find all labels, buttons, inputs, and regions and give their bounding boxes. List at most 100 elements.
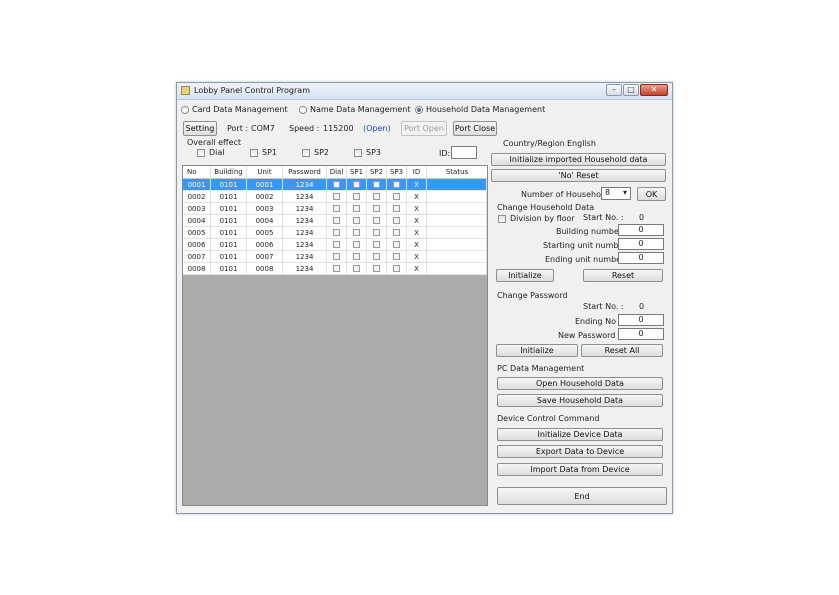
col-dial[interactable]: Dial [327, 166, 347, 179]
table-row[interactable]: 0005 0101 0005 1234 X [183, 227, 487, 239]
division-by-floor-checkbox[interactable]: Division by floor [498, 214, 575, 223]
no-reset-button[interactable]: 'No' Reset [491, 169, 666, 182]
table-cell-checkbox[interactable] [347, 215, 367, 227]
import-data-button[interactable]: Import Data from Device [497, 463, 663, 476]
col-building[interactable]: Building [211, 166, 247, 179]
checkbox-icon [393, 229, 400, 236]
end-button[interactable]: End [497, 487, 667, 505]
port-close-button[interactable]: Port Close [453, 121, 497, 136]
port-status: (Open) [363, 124, 391, 133]
table-cell-checkbox[interactable] [387, 227, 407, 239]
table-cell-checkbox[interactable] [367, 215, 387, 227]
table-cell-checkbox[interactable] [367, 191, 387, 203]
title-bar[interactable]: Lobby Panel Control Program – □ ✕ [177, 83, 672, 100]
table-cell-checkbox[interactable] [367, 203, 387, 215]
table-cell-checkbox[interactable] [367, 239, 387, 251]
table-cell-checkbox[interactable] [327, 191, 347, 203]
device-control-title: Device Control Command [497, 414, 600, 423]
table-cell-checkbox[interactable] [387, 215, 407, 227]
table-cell-checkbox[interactable] [367, 227, 387, 239]
table-cell-checkbox[interactable] [387, 263, 407, 275]
table-cell-checkbox[interactable] [327, 203, 347, 215]
table-cell-checkbox[interactable] [347, 227, 367, 239]
open-household-data-button[interactable]: Open Household Data [497, 377, 663, 390]
setting-button[interactable]: Setting [183, 121, 217, 136]
maximize-icon[interactable]: □ [623, 84, 639, 96]
save-household-data-button[interactable]: Save Household Data [497, 394, 663, 407]
sp2-checkbox[interactable]: SP2 [302, 148, 329, 157]
col-id[interactable]: ID [407, 166, 427, 179]
change-password-title: Change Password [497, 291, 568, 300]
init-imported-button[interactable]: Initialize imported Household data [491, 153, 666, 166]
table-cell-checkbox[interactable] [387, 251, 407, 263]
tab-name-data[interactable]: Name Data Management [299, 105, 411, 114]
table-row[interactable]: 0004 0101 0004 1234 X [183, 215, 487, 227]
checkbox-icon [373, 229, 380, 236]
table-cell-checkbox[interactable] [327, 251, 347, 263]
table-cell-checkbox[interactable] [347, 263, 367, 275]
sp1-checkbox[interactable]: SP1 [250, 148, 277, 157]
table-cell-checkbox[interactable] [327, 263, 347, 275]
export-data-button[interactable]: Export Data to Device [497, 445, 663, 458]
password-reset-all-button[interactable]: Reset All [581, 344, 663, 357]
table-cell-checkbox[interactable] [347, 203, 367, 215]
checkbox-icon [353, 241, 360, 248]
port-open-button[interactable]: Port Open [401, 121, 447, 136]
table-cell-checkbox[interactable] [347, 179, 367, 191]
ok-button[interactable]: OK [637, 187, 666, 201]
password-initialize-button[interactable]: Initialize [496, 344, 578, 357]
minimize-icon[interactable]: – [606, 84, 622, 96]
col-sp3[interactable]: SP3 [387, 166, 407, 179]
table-cell-checkbox[interactable] [327, 215, 347, 227]
table-row[interactable]: 0003 0101 0003 1234 X [183, 203, 487, 215]
table-cell-id: X [407, 263, 427, 275]
table-cell-checkbox[interactable] [367, 263, 387, 275]
dial-checkbox[interactable]: Dial [197, 148, 225, 157]
table-cell-checkbox[interactable] [327, 179, 347, 191]
close-icon[interactable]: ✕ [640, 84, 668, 96]
table-cell-checkbox[interactable] [327, 239, 347, 251]
building-number-input[interactable]: 0 [618, 224, 664, 236]
speed-label: Speed : [289, 124, 320, 133]
col-no[interactable]: No [183, 166, 211, 179]
radio-icon [181, 105, 189, 114]
table-cell-password: 1234 [283, 227, 327, 239]
table-cell-checkbox[interactable] [347, 239, 367, 251]
table-cell-building: 0101 [211, 191, 247, 203]
table-cell-checkbox[interactable] [387, 191, 407, 203]
table-row[interactable]: 0008 0101 0008 1234 X [183, 263, 487, 275]
tab-card-data[interactable]: Card Data Management [181, 105, 288, 114]
table-cell-checkbox[interactable] [327, 227, 347, 239]
id-input[interactable] [451, 146, 477, 159]
checkbox-icon [373, 241, 380, 248]
ending-no-input[interactable]: 0 [618, 314, 664, 326]
table-row[interactable]: 0001 0101 0001 1234 X [183, 179, 487, 191]
tab-household-data[interactable]: Household Data Management [415, 105, 545, 114]
sp3-checkbox[interactable]: SP3 [354, 148, 381, 157]
table-cell-checkbox[interactable] [387, 179, 407, 191]
table-cell-checkbox[interactable] [367, 251, 387, 263]
col-unit[interactable]: Unit [247, 166, 283, 179]
table-cell-checkbox[interactable] [367, 179, 387, 191]
table-cell-no: 0002 [183, 191, 211, 203]
col-sp2[interactable]: SP2 [367, 166, 387, 179]
table-cell-checkbox[interactable] [347, 191, 367, 203]
table-row[interactable]: 0002 0101 0002 1234 X [183, 191, 487, 203]
household-initialize-button[interactable]: Initialize [496, 269, 554, 282]
table-cell-checkbox[interactable] [387, 239, 407, 251]
col-sp1[interactable]: SP1 [347, 166, 367, 179]
table-row[interactable]: 0006 0101 0006 1234 X [183, 239, 487, 251]
new-password-input[interactable]: 0 [618, 328, 664, 340]
col-status[interactable]: Status [427, 166, 487, 179]
initialize-device-data-button[interactable]: Initialize Device Data [497, 428, 663, 441]
table-cell-checkbox[interactable] [387, 203, 407, 215]
household-reset-button[interactable]: Reset [583, 269, 663, 282]
num-households-select[interactable]: 8 ▾ [601, 187, 631, 200]
table-cell-checkbox[interactable] [347, 251, 367, 263]
starting-unit-input[interactable]: 0 [618, 238, 664, 250]
ending-unit-input[interactable]: 0 [618, 252, 664, 264]
checkbox-icon [498, 214, 506, 223]
table-row[interactable]: 0007 0101 0007 1234 X [183, 251, 487, 263]
table-cell-unit: 0005 [247, 227, 283, 239]
col-password[interactable]: Password [283, 166, 327, 179]
